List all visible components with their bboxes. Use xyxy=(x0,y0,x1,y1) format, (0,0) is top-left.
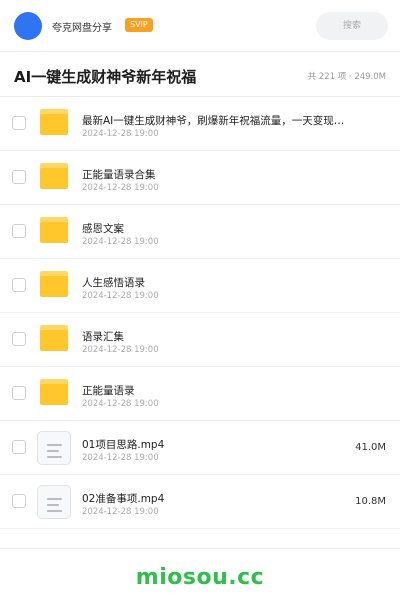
item-size: 10.8M xyxy=(355,496,386,507)
item-name: 02准备事项.mp4 xyxy=(82,493,165,505)
folder-icon xyxy=(40,163,68,189)
title-bar: AI一键生成财神爷新年祝福 共 221 项 · 249.0M xyxy=(0,53,400,97)
select-checkbox[interactable] xyxy=(12,494,26,508)
svip-badge: SVIP xyxy=(125,18,153,32)
item-name: 感恩文案 xyxy=(82,223,124,235)
item-count: 共 221 项 · 249.0M xyxy=(307,72,386,82)
app-header: 夸克网盘分享 SVIP 搜索 xyxy=(0,0,400,52)
search-input[interactable]: 搜索 xyxy=(316,12,388,40)
folder-icon xyxy=(40,109,68,135)
folder-icon xyxy=(40,325,68,351)
select-checkbox[interactable] xyxy=(12,116,26,130)
list-item[interactable]: 正能量语录合集 2024-12-28 19:00 xyxy=(0,151,400,205)
item-date: 2024-12-28 19:00 xyxy=(82,507,159,517)
page-title: AI一键生成财神爷新年祝福 xyxy=(14,68,197,86)
folder-icon xyxy=(40,379,68,405)
select-checkbox[interactable] xyxy=(12,332,26,346)
item-name: 正能量语录合集 xyxy=(82,169,156,181)
item-name: 正能量语录 xyxy=(82,385,135,397)
list-item[interactable]: 正能量语录 2024-12-28 19:00 xyxy=(0,367,400,421)
item-date: 2024-12-28 19:00 xyxy=(82,237,159,247)
item-date: 2024-12-28 19:00 xyxy=(82,183,159,193)
list-item[interactable]: 01项目思路.mp4 2024-12-28 19:00 41.0M xyxy=(0,421,400,475)
list-item[interactable]: 02准备事项.mp4 2024-12-28 19:00 10.8M xyxy=(0,475,400,529)
watermark: miosou.cc xyxy=(135,565,265,590)
item-date: 2024-12-28 19:00 xyxy=(82,399,159,409)
folder-icon xyxy=(40,271,68,297)
item-date: 2024-12-28 19:00 xyxy=(82,129,159,139)
item-name: 语录汇集 xyxy=(82,331,124,343)
divider xyxy=(0,548,400,549)
list-item[interactable]: 感恩文案 2024-12-28 19:00 xyxy=(0,205,400,259)
item-date: 2024-12-28 19:00 xyxy=(82,291,159,301)
item-date: 2024-12-28 19:00 xyxy=(82,345,159,355)
select-checkbox[interactable] xyxy=(12,386,26,400)
select-checkbox[interactable] xyxy=(12,224,26,238)
app-name: 夸克网盘分享 xyxy=(52,23,112,34)
file-list: 最新AI一键生成财神爷，刷爆新年祝福流量，一天变现… 2024-12-28 19:… xyxy=(0,97,400,529)
item-name: 人生感悟语录 xyxy=(82,277,145,289)
list-item[interactable]: 人生感悟语录 2024-12-28 19:00 xyxy=(0,259,400,313)
item-name: 最新AI一键生成财神爷，刷爆新年祝福流量，一天变现… xyxy=(82,115,345,127)
select-checkbox[interactable] xyxy=(12,440,26,454)
item-name: 01项目思路.mp4 xyxy=(82,439,165,451)
select-checkbox[interactable] xyxy=(12,170,26,184)
file-icon xyxy=(37,485,71,519)
folder-icon xyxy=(40,217,68,243)
item-date: 2024-12-28 19:00 xyxy=(82,453,159,463)
item-size: 41.0M xyxy=(355,442,386,453)
avatar[interactable] xyxy=(14,12,42,40)
list-item[interactable]: 语录汇集 2024-12-28 19:00 xyxy=(0,313,400,367)
list-item[interactable]: 最新AI一键生成财神爷，刷爆新年祝福流量，一天变现… 2024-12-28 19:… xyxy=(0,97,400,151)
file-icon xyxy=(37,431,71,465)
select-checkbox[interactable] xyxy=(12,278,26,292)
